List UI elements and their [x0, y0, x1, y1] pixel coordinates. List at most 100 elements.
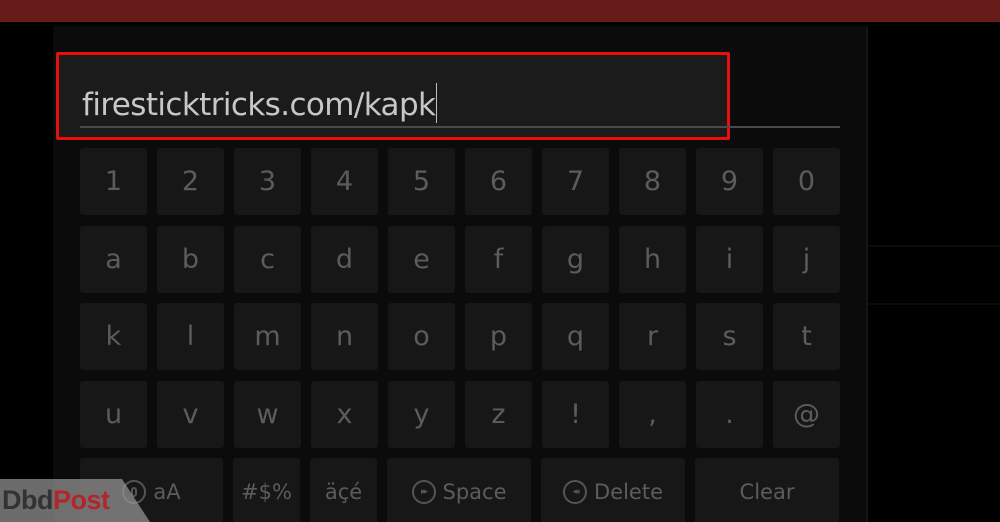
rewind-icon: ◂◂: [563, 479, 587, 504]
fire-tv-screen: firesticktricks.com/kapk @.,! z y x w v u t s r q p…: [0, 0, 1000, 522]
input-underline: [80, 126, 840, 128]
key-label: y: [413, 399, 430, 430]
key[interactable]: c: [234, 226, 301, 293]
key-label: ,: [648, 399, 657, 430]
key[interactable]: m: [234, 303, 301, 370]
clear-label: Clear: [739, 479, 795, 504]
key[interactable]: y: [388, 381, 455, 448]
background-divider: [868, 303, 1000, 305]
key-label: m: [254, 321, 281, 352]
key-label: b: [181, 244, 200, 275]
key-label: 9: [720, 166, 739, 197]
key[interactable]: 6: [465, 148, 532, 215]
key-label: j: [802, 244, 811, 275]
url-input-value: firesticktricks.com/kapk: [82, 83, 438, 123]
delete-key[interactable]: ◂◂ Delete: [541, 458, 685, 522]
key[interactable]: @: [773, 381, 840, 448]
key[interactable]: d: [311, 226, 378, 293]
key-label: p: [489, 321, 508, 352]
key-label: 1: [104, 166, 123, 197]
key-label: 4: [335, 166, 354, 197]
key-label: e: [413, 244, 430, 275]
key[interactable]: s: [696, 303, 763, 370]
key[interactable]: a: [80, 226, 147, 293]
symbols-label: #$%: [241, 479, 292, 504]
key[interactable]: v: [157, 381, 224, 448]
symbols-key[interactable]: #$%: [233, 458, 300, 522]
key-label: o: [413, 321, 430, 352]
clear-key[interactable]: Clear: [695, 458, 839, 522]
key-label: w: [256, 399, 279, 430]
space-label: Space: [442, 479, 507, 504]
key-label: .: [725, 399, 734, 430]
key[interactable]: e: [388, 226, 455, 293]
key[interactable]: 8: [619, 148, 686, 215]
key[interactable]: !: [542, 381, 609, 448]
key-label: 7: [566, 166, 585, 197]
key-label: @: [793, 399, 820, 430]
key-label: u: [104, 399, 123, 430]
key-label: v: [182, 399, 199, 430]
key-label: 2: [181, 166, 200, 197]
key-label: k: [105, 321, 122, 352]
key-label: h: [643, 244, 662, 275]
key-label: 6: [489, 166, 508, 197]
key[interactable]: 4: [311, 148, 378, 215]
key-label: z: [491, 399, 506, 430]
key[interactable]: o: [388, 303, 455, 370]
key-label: 0: [797, 166, 816, 197]
delete-label: Delete: [594, 479, 663, 504]
key[interactable]: 2: [157, 148, 224, 215]
space-key[interactable]: ▸▸ Space: [387, 458, 531, 522]
key-label: t: [801, 321, 812, 352]
accents-key[interactable]: äçé: [310, 458, 377, 522]
accents-label: äçé: [324, 479, 363, 504]
key[interactable]: x: [311, 381, 378, 448]
case-toggle-label: aA: [153, 479, 181, 504]
key[interactable]: l: [157, 303, 224, 370]
key[interactable]: w: [234, 381, 301, 448]
key[interactable]: t: [773, 303, 840, 370]
key-label: 3: [258, 166, 277, 197]
key[interactable]: r: [619, 303, 686, 370]
key[interactable]: f: [465, 226, 532, 293]
key-label: l: [186, 321, 195, 352]
key[interactable]: j: [773, 226, 840, 293]
key[interactable]: u: [80, 381, 147, 448]
key[interactable]: 9: [696, 148, 763, 215]
top-bar: [0, 0, 1000, 22]
key-label: 8: [643, 166, 662, 197]
key[interactable]: q: [542, 303, 609, 370]
key-label: n: [335, 321, 354, 352]
key[interactable]: ,: [619, 381, 686, 448]
key[interactable]: 3: [234, 148, 301, 215]
key-label: a: [105, 244, 122, 275]
key[interactable]: i: [696, 226, 763, 293]
key[interactable]: 5: [388, 148, 455, 215]
key[interactable]: h: [619, 226, 686, 293]
watermark-text-dbd: Dbd: [2, 485, 53, 515]
key-label: i: [725, 244, 734, 275]
key[interactable]: 7: [542, 148, 609, 215]
key-label: r: [646, 321, 659, 352]
key[interactable]: 1: [80, 148, 147, 215]
key-label: s: [722, 321, 737, 352]
key[interactable]: b: [157, 226, 224, 293]
key[interactable]: .: [696, 381, 763, 448]
key-label: q: [566, 321, 585, 352]
background-divider: [868, 245, 1000, 247]
fast-forward-icon: ▸▸: [411, 479, 436, 504]
key[interactable]: p: [465, 303, 532, 370]
key-label: x: [336, 399, 353, 430]
key-label: d: [335, 244, 354, 275]
key-label: c: [260, 244, 275, 275]
watermark-text-post: Post: [52, 485, 110, 515]
key[interactable]: n: [311, 303, 378, 370]
key-label: f: [493, 244, 504, 275]
key[interactable]: k: [80, 303, 147, 370]
key[interactable]: z: [465, 381, 532, 448]
key-label: 5: [412, 166, 431, 197]
key[interactable]: g: [542, 226, 609, 293]
text-caret: [436, 83, 438, 123]
key[interactable]: 0: [773, 148, 840, 215]
